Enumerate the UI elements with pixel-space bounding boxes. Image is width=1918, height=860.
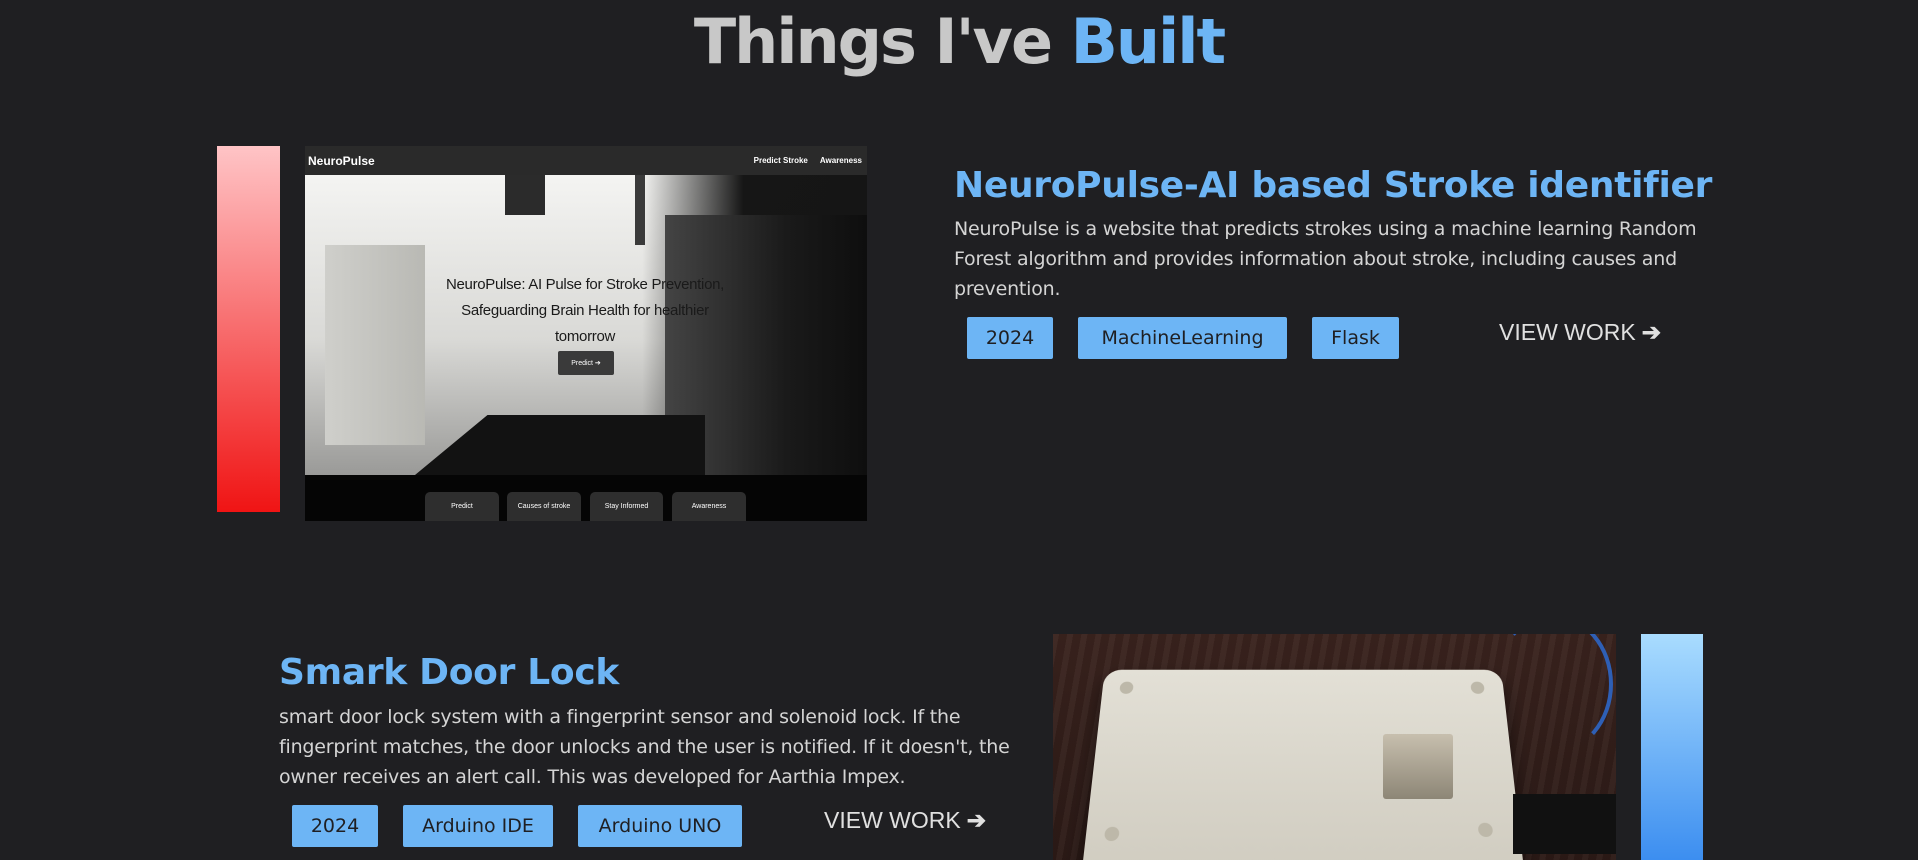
thumbnail-nav-predict: Predict Stroke [753, 156, 808, 165]
neuropulse-thumbnail[interactable]: NeuroPulse Predict Stroke Awareness Neur… [305, 146, 867, 521]
project-title: NeuroPulse-AI based Stroke identifier [954, 165, 1713, 206]
thumbnail-tabs: Predict Causes of stroke Stay Informed A… [305, 475, 867, 521]
thumbnail-nav-awareness: Awareness [819, 156, 862, 165]
project-accent-bar-red [217, 146, 280, 512]
view-work-link[interactable]: VIEW WORK ➔ [1499, 319, 1661, 346]
thumbnail-tab-awareness: Awareness [672, 492, 746, 521]
enclosure-box [1079, 669, 1527, 860]
arrow-right-icon: ➔ [1641, 319, 1662, 345]
project-tag: Arduino IDE [403, 805, 553, 847]
project-tag: 2024 [967, 317, 1053, 359]
thumbnail-tab-predict: Predict [425, 492, 499, 521]
door-lock-thumbnail[interactable] [1053, 634, 1616, 860]
view-work-label: VIEW WORK [824, 807, 961, 833]
solenoid-lock [1383, 734, 1453, 799]
project-accent-bar-blue [1641, 634, 1703, 860]
project-tag: 2024 [292, 805, 378, 847]
section-title: Things I've Built [0, 6, 1918, 78]
project-title: Smark Door Lock [279, 652, 620, 693]
section-title-accent: Built [1070, 5, 1227, 78]
project-description: NeuroPulse is a website that predicts st… [954, 218, 1697, 300]
project-description: smart door lock system with a fingerprin… [279, 706, 1010, 788]
arrow-right-icon: ➔ [966, 807, 987, 833]
view-work-link[interactable]: VIEW WORK ➔ [824, 807, 986, 834]
thumbnail-navbar: NeuroPulse Predict Stroke Awareness [305, 146, 867, 175]
thumbnail-tab-causes: Causes of stroke [507, 492, 581, 521]
thumbnail-hero-text: NeuroPulse: AI Pulse for Stroke Preventi… [445, 276, 725, 345]
project-tag: Flask [1312, 317, 1399, 359]
thumbnail-brand: NeuroPulse [308, 153, 375, 168]
thumbnail-predict-button: Predict ➔ [558, 351, 614, 375]
view-work-label: VIEW WORK [1499, 319, 1636, 345]
project-tag: MachineLearning [1078, 317, 1287, 359]
thumbnail-tab-stay-informed: Stay Informed [590, 492, 663, 521]
section-title-main: Things I've [693, 5, 1053, 78]
project-tag: Arduino UNO [578, 805, 742, 847]
